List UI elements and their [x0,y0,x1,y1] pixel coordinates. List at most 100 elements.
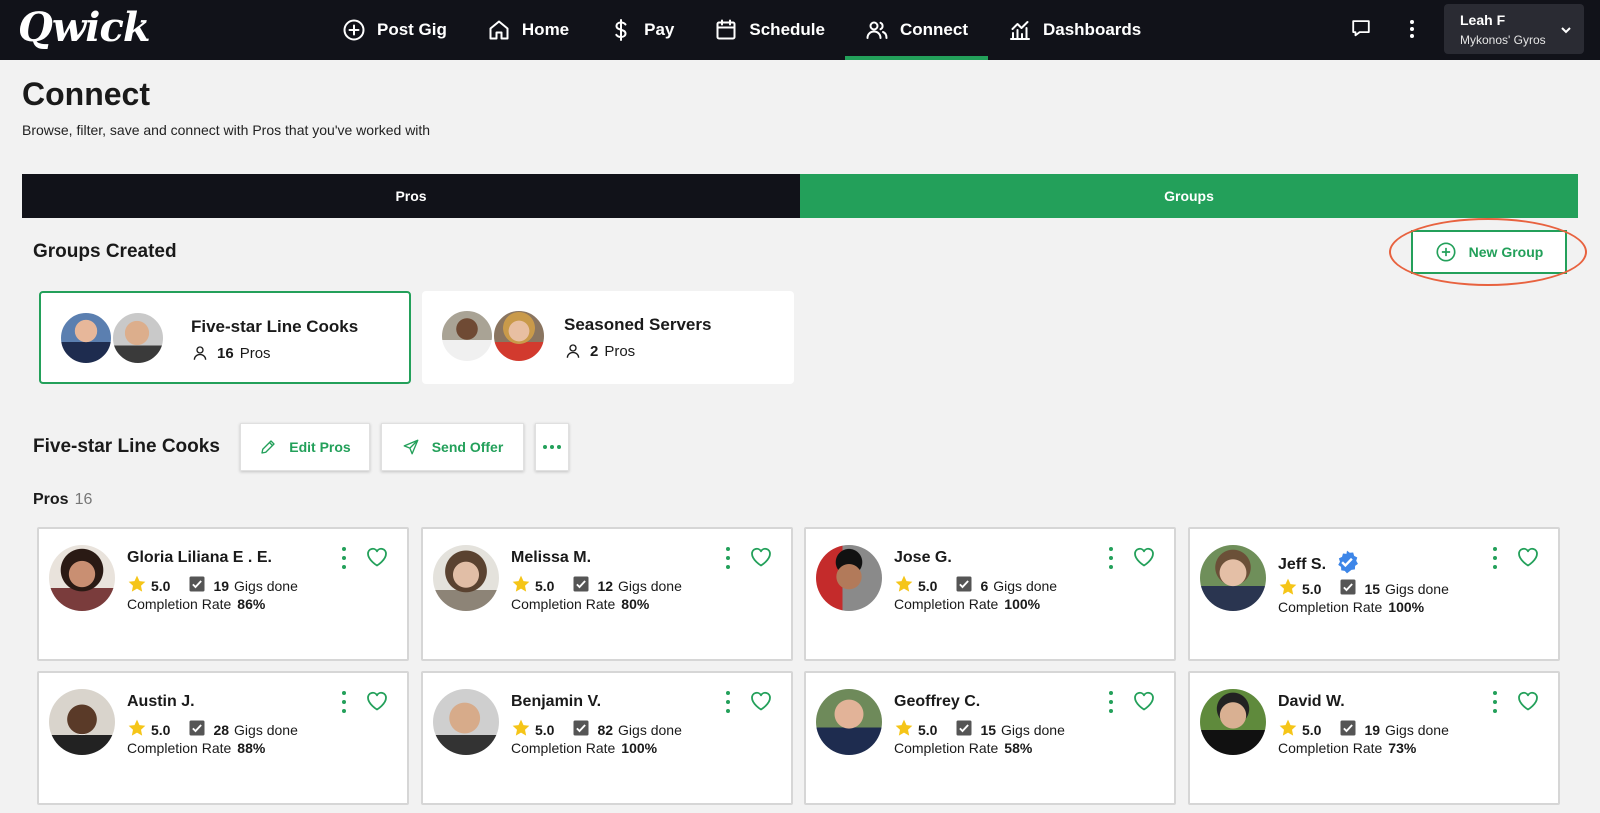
completion-label: Completion Rate [894,596,999,612]
heart-icon[interactable] [1516,545,1540,569]
chevron-down-icon [1560,23,1572,35]
connect-tabs: Pros Groups [22,174,1578,218]
checkbox-icon [955,719,980,740]
avatar [49,545,115,611]
pros-label-text: Pros [33,491,69,508]
page-title: Connect [22,76,150,112]
checkbox-icon [1339,578,1364,599]
completion-label: Completion Rate [894,740,999,756]
heart-icon[interactable] [1132,689,1156,713]
pro-menu-button[interactable] [1105,691,1117,713]
plus-circle-icon [1436,242,1456,262]
pro-menu-button[interactable] [722,691,734,713]
star-icon [127,718,151,741]
selected-group-title: Five-star Line Cooks [33,436,220,457]
pro-name-text: Jeff S. [1278,555,1327,573]
nav-post-gig[interactable]: Post Gig [322,0,467,60]
group-card-five-star-line-cooks[interactable]: Five-star Line Cooks 16 Pros [39,291,411,384]
nav-home[interactable]: Home [467,0,589,60]
pro-card[interactable]: Austin J. 5.0 28 Gigs done Completion Rat… [37,671,409,805]
gigs-label: Gigs done [618,577,682,594]
pro-stats: 5.0 19 Gigs done [1278,718,1449,741]
pro-card[interactable]: Melissa M. 5.0 12 Gigs done Completion Ra… [421,527,793,661]
send-offer-label: Send Offer [431,439,504,455]
pro-menu-button[interactable] [338,547,350,569]
gigs-count: 15 [980,721,997,738]
star-icon [894,718,918,741]
dollar-icon [615,19,627,41]
nav-pay[interactable]: Pay [589,0,694,60]
pro-menu-button[interactable] [1489,691,1501,713]
home-icon [489,20,509,40]
star-icon [511,574,535,597]
messages-button[interactable] [1350,17,1374,41]
star-icon [894,574,918,597]
gigs-label: Gigs done [618,721,682,738]
send-offer-button[interactable]: Send Offer [381,423,524,471]
pro-card[interactable]: Benjamin V. 5.0 82 Gigs done Completion R… [421,671,793,805]
heart-icon[interactable] [749,689,773,713]
edit-pros-button[interactable]: Edit Pros [240,423,370,471]
pro-card[interactable]: Jeff S. 5.0 15 Gigs done Completion Rate 1… [1188,527,1560,661]
group-count: 16 Pros [191,344,271,362]
pro-gigs: 12 Gigs done [597,578,681,594]
nav-label: Dashboards [1042,20,1142,39]
pro-menu-button[interactable] [338,691,350,713]
completion-rate: 100% [621,740,658,756]
gigs-label: Gigs done [993,577,1058,594]
user-org: Mykonos' Gyros [1460,33,1546,47]
pencil-icon [261,440,275,454]
pro-menu-button[interactable] [722,547,734,569]
nav-label: Connect [899,20,968,39]
star-icon [127,574,151,597]
pro-menu-button[interactable] [1105,547,1117,569]
qwick-logo[interactable]: Qwick [18,2,151,54]
pro-card[interactable]: Geoffrey C. 5.0 15 Gigs done Completion R… [804,671,1176,805]
pro-stats: 5.0 28 Gigs done [127,718,298,741]
heart-icon[interactable] [365,545,389,569]
heart-icon[interactable] [1516,689,1540,713]
bar-chart-icon [1009,21,1030,40]
group-more-options-button[interactable] [535,423,569,471]
avatar [111,311,165,365]
completion-rate: 100% [1388,599,1425,615]
completion-label: Completion Rate [1278,599,1383,615]
gigs-label: Gigs done [1001,721,1065,738]
avatar [440,309,494,363]
gigs-count: 28 [213,721,230,738]
heart-icon[interactable] [1132,545,1156,569]
completion-label: Completion Rate [1278,740,1383,756]
nav-schedule[interactable]: Schedule [694,0,845,60]
nav-label: Post Gig [377,20,447,39]
star-icon [511,718,535,741]
completion-rate: 58% [1004,740,1033,756]
pro-card[interactable]: Gloria Liliana E . E. 5.0 19 Gigs done Co… [37,527,409,661]
pro-rating: 5.0 [918,721,938,738]
heart-icon[interactable] [365,689,389,713]
pro-completion: Completion Rate 100% [1278,599,1424,615]
group-count: 2 Pros [564,342,635,360]
pro-stats: 5.0 6 Gigs done [894,574,1057,597]
tab-pros[interactable]: Pros [22,174,800,218]
group-card-seasoned-servers[interactable]: Seasoned Servers 2 Pros [422,291,794,384]
pro-rating: 5.0 [535,721,555,738]
nav-connect[interactable]: Connect [844,0,988,60]
checkbox-icon [955,575,980,596]
more-options-button[interactable] [1402,16,1422,42]
pro-card[interactable]: David W. 5.0 19 Gigs done Completion Rate… [1188,671,1560,805]
tab-groups[interactable]: Groups [800,174,1578,218]
group-count-number: 2 [590,342,599,360]
gigs-label: Gigs done [1385,721,1449,738]
pro-menu-button[interactable] [1489,547,1501,569]
nav-dashboards[interactable]: Dashboards [988,0,1161,60]
pro-rating: 5.0 [918,577,938,594]
heart-icon[interactable] [749,545,773,569]
user-icon [566,344,580,358]
pro-card[interactable]: Jose G. 5.0 6 Gigs done Completion Rate 10… [804,527,1176,661]
pro-name: Melissa M. [511,549,592,566]
pro-name: Benjamin V. [511,693,602,710]
user-menu[interactable]: Leah F Mykonos' Gyros [1444,4,1584,54]
pro-name: David W. [1278,693,1345,710]
nav-label: Schedule [749,20,825,39]
new-group-button[interactable]: New Group [1411,230,1567,274]
